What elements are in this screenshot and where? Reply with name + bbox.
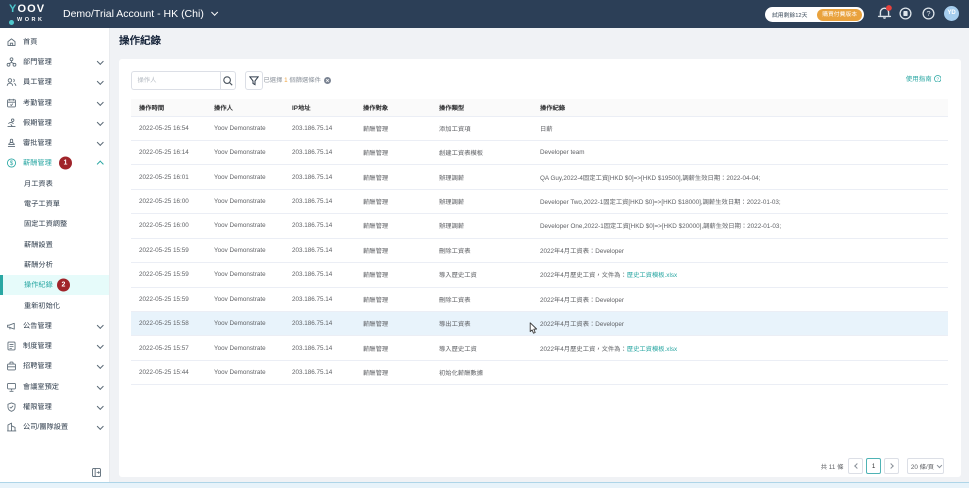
svg-text:$: $	[10, 161, 14, 168]
svg-text:?: ?	[936, 76, 939, 82]
svg-text:?: ?	[927, 9, 931, 18]
